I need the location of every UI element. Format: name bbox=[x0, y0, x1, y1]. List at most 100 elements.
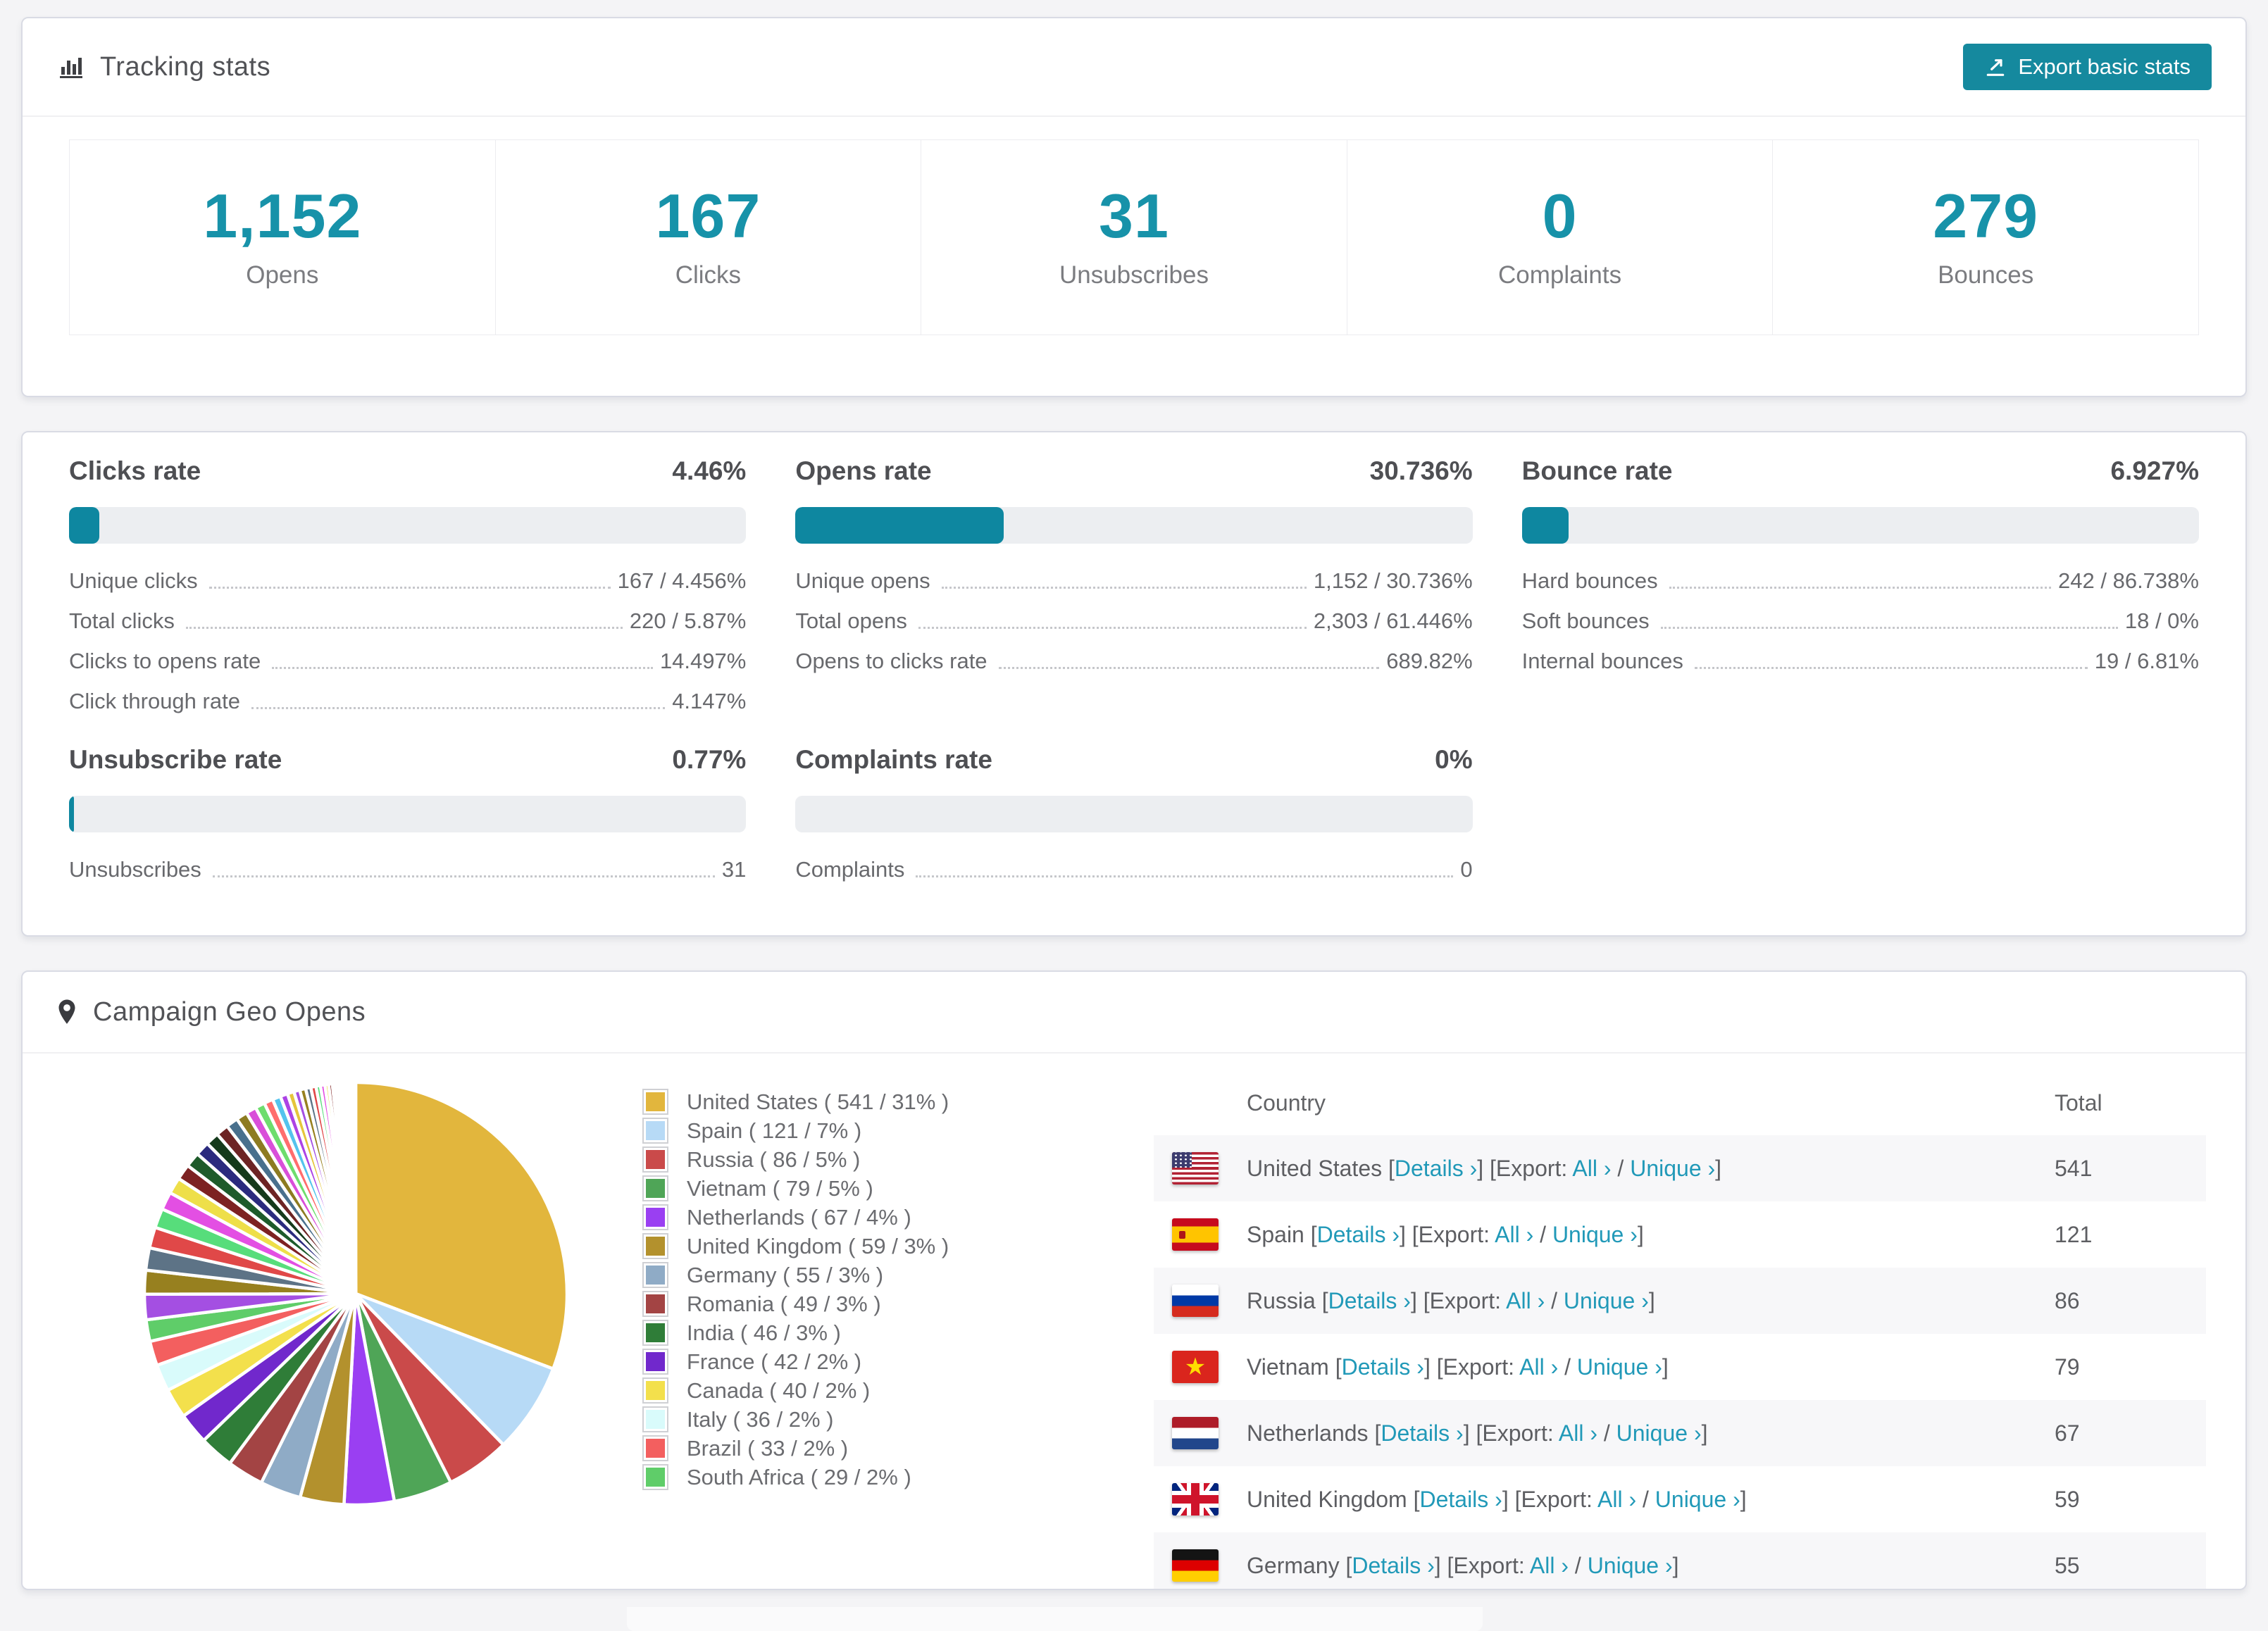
legend-item-romania[interactable]: Romania ( 49 / 3% ) bbox=[642, 1289, 1023, 1318]
flag-gb-icon bbox=[1172, 1483, 1219, 1516]
progress-fill bbox=[1521, 507, 1569, 544]
legend-item-vietnam[interactable]: Vietnam ( 79 / 5% ) bbox=[642, 1174, 1023, 1203]
legend-item-russia[interactable]: Russia ( 86 / 5% ) bbox=[642, 1145, 1023, 1174]
flag-ru-icon bbox=[1172, 1285, 1219, 1317]
page-root: Tracking stats Export basic stats 1,152 … bbox=[0, 17, 2268, 1631]
geo-table: Country Total United States [Details ›] … bbox=[1154, 1070, 2206, 1589]
metric-row: Internal bounces 19 / 6.81% bbox=[1522, 634, 2199, 674]
legend-item-germany[interactable]: Germany ( 55 / 3% ) bbox=[642, 1261, 1023, 1289]
metric-value: 689.82% bbox=[1386, 649, 1473, 674]
metric-value: 2,303 / 61.446% bbox=[1313, 608, 1473, 634]
export-all-link[interactable]: All › bbox=[1519, 1354, 1558, 1380]
dotted-leader bbox=[212, 875, 715, 877]
metric-label: Unique clicks bbox=[69, 568, 198, 594]
table-row: Netherlands [Details ›] [Export: All › /… bbox=[1154, 1400, 2206, 1466]
geo-table-rows: United States [Details ›] [Export: All ›… bbox=[1154, 1135, 2206, 1589]
dotted-leader bbox=[272, 667, 653, 669]
export-all-link[interactable]: All › bbox=[1572, 1156, 1611, 1181]
rate-value: 0.77% bbox=[672, 745, 747, 774]
details-link[interactable]: Details › bbox=[1419, 1487, 1502, 1512]
rate-value: 30.736% bbox=[1369, 456, 1473, 485]
legend-swatch bbox=[642, 1464, 668, 1490]
country-name: Russia bbox=[1247, 1287, 1316, 1313]
country-cell: Germany [Details ›] [Export: All › / Uni… bbox=[1247, 1552, 1679, 1578]
total-cell: 86 bbox=[2055, 1287, 2080, 1313]
dotted-leader bbox=[208, 587, 611, 589]
progress-bar bbox=[795, 796, 1473, 832]
metric-label: Complaints bbox=[795, 857, 905, 882]
metric-value: 0 bbox=[1460, 857, 1473, 882]
details-link[interactable]: Details › bbox=[1328, 1288, 1411, 1313]
legend-label: Canada ( 40 / 2% ) bbox=[687, 1377, 871, 1403]
metric-label: Soft bounces bbox=[1521, 608, 1650, 634]
progress-fill bbox=[795, 507, 1004, 544]
export-all-link[interactable]: All › bbox=[1495, 1222, 1533, 1247]
export-all-link[interactable]: All › bbox=[1530, 1553, 1569, 1578]
export-unique-link[interactable]: Unique › bbox=[1552, 1222, 1638, 1247]
legend-item-netherlands[interactable]: Netherlands ( 67 / 4% ) bbox=[642, 1203, 1023, 1232]
rate-value: 0% bbox=[1435, 745, 1473, 774]
metric-value: 167 / 4.456% bbox=[617, 568, 747, 594]
legend-item-italy[interactable]: Italy ( 36 / 2% ) bbox=[642, 1405, 1023, 1434]
progress-fill bbox=[69, 507, 99, 544]
country-cell: Spain [Details ›] [Export: All › / Uniqu… bbox=[1247, 1221, 1644, 1247]
stat-label: Complaints bbox=[1498, 261, 1622, 289]
export-unique-link[interactable]: Unique › bbox=[1655, 1487, 1740, 1512]
rate-section-bounce: Bounce rate 6.927% Hard bounces 242 / 86… bbox=[1521, 456, 2199, 714]
country-cell: Russia [Details ›] [Export: All › / Uniq… bbox=[1247, 1287, 1655, 1313]
export-all-link[interactable]: All › bbox=[1506, 1288, 1545, 1313]
export-unique-link[interactable]: Unique › bbox=[1564, 1288, 1649, 1313]
geo-card: Campaign Geo Opens United States ( 541 /… bbox=[21, 970, 2247, 1590]
metric-value: 18 / 0% bbox=[2124, 608, 2199, 634]
legend-item-canada[interactable]: Canada ( 40 / 2% ) bbox=[642, 1376, 1023, 1405]
country-cell: Vietnam [Details ›] [Export: All › / Uni… bbox=[1247, 1354, 1669, 1380]
metric-value: 31 bbox=[721, 857, 747, 882]
rate-value: 6.927% bbox=[2110, 456, 2199, 485]
export-all-link[interactable]: All › bbox=[1559, 1420, 1597, 1446]
total-cell: 541 bbox=[2055, 1155, 2093, 1181]
legend-swatch bbox=[642, 1377, 668, 1404]
metric-row: Opens to clicks rate 689.82% bbox=[795, 634, 1472, 674]
legend-item-spain[interactable]: Spain ( 121 / 7% ) bbox=[642, 1116, 1023, 1145]
dotted-leader bbox=[1660, 627, 2118, 629]
legend-swatch bbox=[642, 1262, 668, 1288]
details-link[interactable]: Details › bbox=[1381, 1420, 1463, 1446]
legend-item-brazil[interactable]: Brazil ( 33 / 2% ) bbox=[642, 1434, 1023, 1463]
export-unique-link[interactable]: Unique › bbox=[1577, 1354, 1662, 1380]
legend-item-south-africa[interactable]: South Africa ( 29 / 2% ) bbox=[642, 1463, 1023, 1492]
dotted-leader bbox=[941, 587, 1307, 589]
export-unique-link[interactable]: Unique › bbox=[1616, 1420, 1702, 1446]
stat-box-unsubscribes: 31 Unsubscribes bbox=[921, 139, 1347, 335]
legend-swatch bbox=[642, 1175, 668, 1201]
rate-section-clicks: Clicks rate 4.46% Unique clicks 167 / 4.… bbox=[69, 456, 747, 714]
stat-value: 279 bbox=[1933, 181, 2039, 251]
export-basic-stats-button[interactable]: Export basic stats bbox=[1963, 44, 2212, 90]
country-name: Germany bbox=[1247, 1552, 1340, 1578]
legend-swatch bbox=[642, 1118, 668, 1144]
rate-title: Complaints rate bbox=[795, 745, 992, 774]
details-link[interactable]: Details › bbox=[1317, 1222, 1400, 1247]
legend-item-united-kingdom[interactable]: United Kingdom ( 59 / 3% ) bbox=[642, 1232, 1023, 1261]
details-link[interactable]: Details › bbox=[1395, 1156, 1477, 1181]
details-link[interactable]: Details › bbox=[1352, 1553, 1434, 1578]
flag-nl-icon bbox=[1172, 1417, 1219, 1449]
legend-item-united-states[interactable]: United States ( 541 / 31% ) bbox=[642, 1087, 1023, 1116]
details-link[interactable]: Details › bbox=[1342, 1354, 1424, 1380]
table-row: Germany [Details ›] [Export: All › / Uni… bbox=[1154, 1532, 2206, 1589]
metric-label: Total clicks bbox=[69, 608, 175, 634]
pie-legend: United States ( 541 / 31% ) Spain ( 121 … bbox=[642, 1087, 1023, 1492]
legend-item-india[interactable]: India ( 46 / 3% ) bbox=[642, 1318, 1023, 1347]
dotted-leader bbox=[1694, 667, 2088, 669]
metric-row: Total opens 2,303 / 61.446% bbox=[795, 594, 1472, 634]
bar-chart-icon bbox=[56, 53, 85, 81]
export-unique-link[interactable]: Unique › bbox=[1588, 1553, 1673, 1578]
legend-item-france[interactable]: France ( 42 / 2% ) bbox=[642, 1347, 1023, 1376]
export-unique-link[interactable]: Unique › bbox=[1630, 1156, 1715, 1181]
map-marker-icon bbox=[56, 999, 77, 1025]
export-all-link[interactable]: All › bbox=[1597, 1487, 1636, 1512]
metric-label: Unsubscribes bbox=[69, 857, 201, 882]
pie-slice bbox=[353, 1080, 358, 1296]
dotted-leader bbox=[1669, 587, 2052, 589]
metric-label: Clicks to opens rate bbox=[69, 649, 261, 674]
legend-swatch bbox=[642, 1435, 668, 1461]
